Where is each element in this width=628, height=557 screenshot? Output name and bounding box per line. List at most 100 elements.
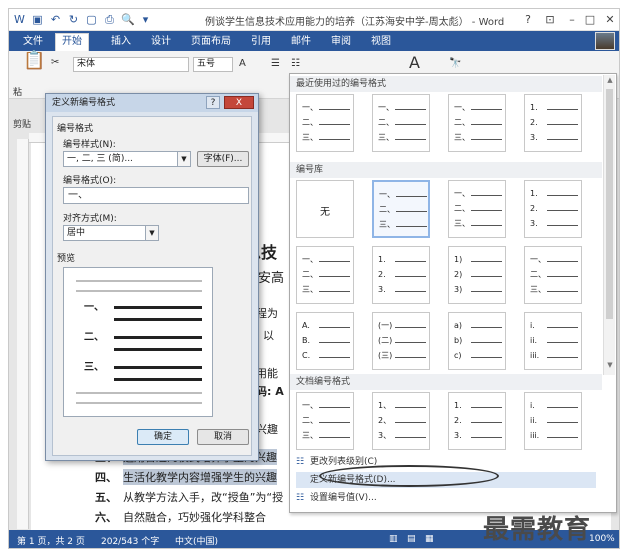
new-document-icon[interactable]: ▢	[85, 13, 98, 26]
preview-line	[76, 402, 202, 404]
panel-scrollbar[interactable]: ▲ ▼	[603, 75, 615, 375]
set-numbering-value-menu-item[interactable]: ☷ 设置编号值(V)...	[296, 490, 596, 506]
tab-home[interactable]: 开始	[55, 33, 89, 51]
format-option-line	[319, 342, 350, 343]
cut-icon[interactable]: ✂	[51, 57, 59, 69]
font-button[interactable]: 字体(F)...	[197, 151, 249, 167]
scroll-thumb[interactable]	[606, 89, 613, 319]
font-name-select[interactable]: 宋体	[73, 57, 189, 72]
numbering-format-option[interactable]: 一、 二、 三、	[448, 94, 506, 152]
format-option-line	[319, 407, 350, 408]
redo-icon[interactable]: ↻	[67, 13, 80, 26]
numbering-format-option[interactable]: A. B. C.	[296, 312, 354, 370]
format-option-marker: 2.	[530, 118, 538, 127]
scroll-up-icon[interactable]: ▲	[604, 76, 616, 84]
numbering-format-option[interactable]: (一) (二) (三)	[372, 312, 430, 370]
tab-insert[interactable]: 插入	[105, 34, 137, 50]
format-option-row: 二、	[454, 118, 504, 128]
word-count[interactable]: 202/543 个字	[101, 534, 159, 547]
numbering-format-option[interactable]: 一、 二、 三、	[448, 180, 506, 238]
page-count[interactable]: 第 1 页，共 2 页	[17, 534, 85, 547]
user-avatar[interactable]	[595, 32, 615, 50]
alignment-select[interactable]: 居中 ▼	[63, 225, 159, 241]
dialog-help-button[interactable]: ?	[206, 96, 220, 109]
format-option-row: 一、	[454, 189, 504, 199]
format-option-line	[547, 327, 578, 328]
print-preview-icon[interactable]: 🔍	[121, 13, 135, 26]
format-option-line	[547, 437, 578, 438]
numbering-format-option[interactable]: 一、 二、 三、	[524, 246, 582, 304]
numbering-format-option[interactable]: 1. 2. 3.	[448, 392, 506, 450]
numbering-format-option[interactable]: i. ii. iii.	[524, 392, 582, 450]
format-option-marker: 一、	[530, 255, 546, 264]
numbering-format-option[interactable]: 一、 二、 三、	[296, 246, 354, 304]
numbering-format-option[interactable]: 1. 2. 3.	[372, 246, 430, 304]
numbering-format-option[interactable]: 一、 二、 三、	[372, 180, 430, 238]
format-option-row: 一、	[302, 255, 352, 265]
format-option-row: 一、	[379, 190, 429, 200]
tab-mailings[interactable]: 邮件	[285, 34, 317, 50]
web-layout-icon[interactable]: ▦	[425, 534, 434, 544]
language-indicator[interactable]: 中文(中国)	[175, 534, 218, 547]
format-option-line	[319, 357, 350, 358]
ok-button[interactable]: 确定	[137, 429, 189, 445]
paste-icon[interactable]: 📋	[23, 52, 45, 70]
numbering-format-option[interactable]: 一、 二、 三、	[296, 94, 354, 152]
format-option-line	[319, 422, 350, 423]
print-icon[interactable]: ⎙	[103, 13, 116, 26]
font-size-grow-icon[interactable]: A	[239, 58, 246, 70]
numbering-format-option[interactable]: 一、 二、 三、	[372, 94, 430, 152]
numbering-format-option[interactable]: 1. 2. 3.	[524, 180, 582, 238]
numbering-format-option[interactable]: a) b) c)	[448, 312, 506, 370]
maximize-button[interactable]: □	[581, 11, 599, 28]
format-option-line	[471, 407, 502, 408]
tab-design[interactable]: 设计	[145, 34, 177, 50]
tab-references[interactable]: 引用	[245, 34, 277, 50]
undo-icon[interactable]: ↶	[49, 13, 62, 26]
save-icon[interactable]: ▣	[31, 13, 44, 26]
number-style-select[interactable]: 一, 二, 三 (简)... ▼	[63, 151, 191, 167]
scroll-down-icon[interactable]: ▼	[604, 361, 616, 369]
customize-toolbar-icon[interactable]: ▾	[139, 13, 152, 26]
font-size-select[interactable]: 五号	[193, 57, 233, 72]
tab-review[interactable]: 审阅	[325, 34, 357, 50]
tab-page-layout[interactable]: 页面布局	[185, 34, 237, 50]
format-option-row: 二、	[302, 270, 352, 280]
format-option-line	[319, 327, 350, 328]
ribbon-display-button[interactable]: ⊡	[541, 11, 559, 28]
format-option-line	[319, 109, 350, 110]
close-button[interactable]: ✕	[601, 11, 619, 28]
numbering-format-option[interactable]: 1、 2、 3、	[372, 392, 430, 450]
format-option-line	[547, 276, 578, 277]
find-icon[interactable]: 🔭	[449, 58, 461, 70]
set-numbering-value-label: 设置编号值(V)...	[310, 493, 377, 503]
format-option-line	[547, 124, 578, 125]
cancel-button[interactable]: 取消	[197, 429, 249, 445]
minimize-button[interactable]: –	[563, 11, 581, 28]
tab-file[interactable]: 文件	[17, 34, 49, 50]
format-option-marker: 1)	[454, 255, 463, 264]
clipboard-group-label: 剪贴	[13, 120, 32, 130]
bullets-icon[interactable]: ☰	[271, 58, 280, 70]
tab-view[interactable]: 视图	[365, 34, 397, 50]
chevron-down-icon[interactable]: ▼	[177, 152, 190, 166]
read-mode-icon[interactable]: ▥	[389, 534, 398, 544]
numbering-format-option[interactable]: i. ii. iii.	[524, 312, 582, 370]
numbering-format-option[interactable]: 1) 2) 3)	[448, 246, 506, 304]
number-format-input[interactable]: 一、	[63, 187, 249, 204]
format-option-row: 2.	[454, 416, 504, 426]
format-option-row: ii.	[530, 416, 580, 426]
numbering-format-option[interactable]: 1. 2. 3.	[524, 94, 582, 152]
print-layout-icon[interactable]: ▤	[407, 534, 416, 544]
dialog-close-button[interactable]: X	[224, 96, 254, 109]
numbering-icon[interactable]: ☷	[291, 58, 300, 70]
zoom-level[interactable]: 100%	[589, 534, 615, 544]
numbering-format-option[interactable]: 一、 二、 三、	[296, 392, 354, 450]
help-button[interactable]: ?	[519, 11, 537, 28]
styles-icon[interactable]: A	[409, 55, 420, 71]
list-item-marker: 六、	[95, 511, 117, 524]
numbering-none-option[interactable]: 无	[296, 180, 354, 238]
format-option-row: 1、	[378, 401, 428, 411]
chevron-down-icon[interactable]: ▼	[145, 226, 158, 240]
format-option-row: (二)	[378, 336, 428, 346]
